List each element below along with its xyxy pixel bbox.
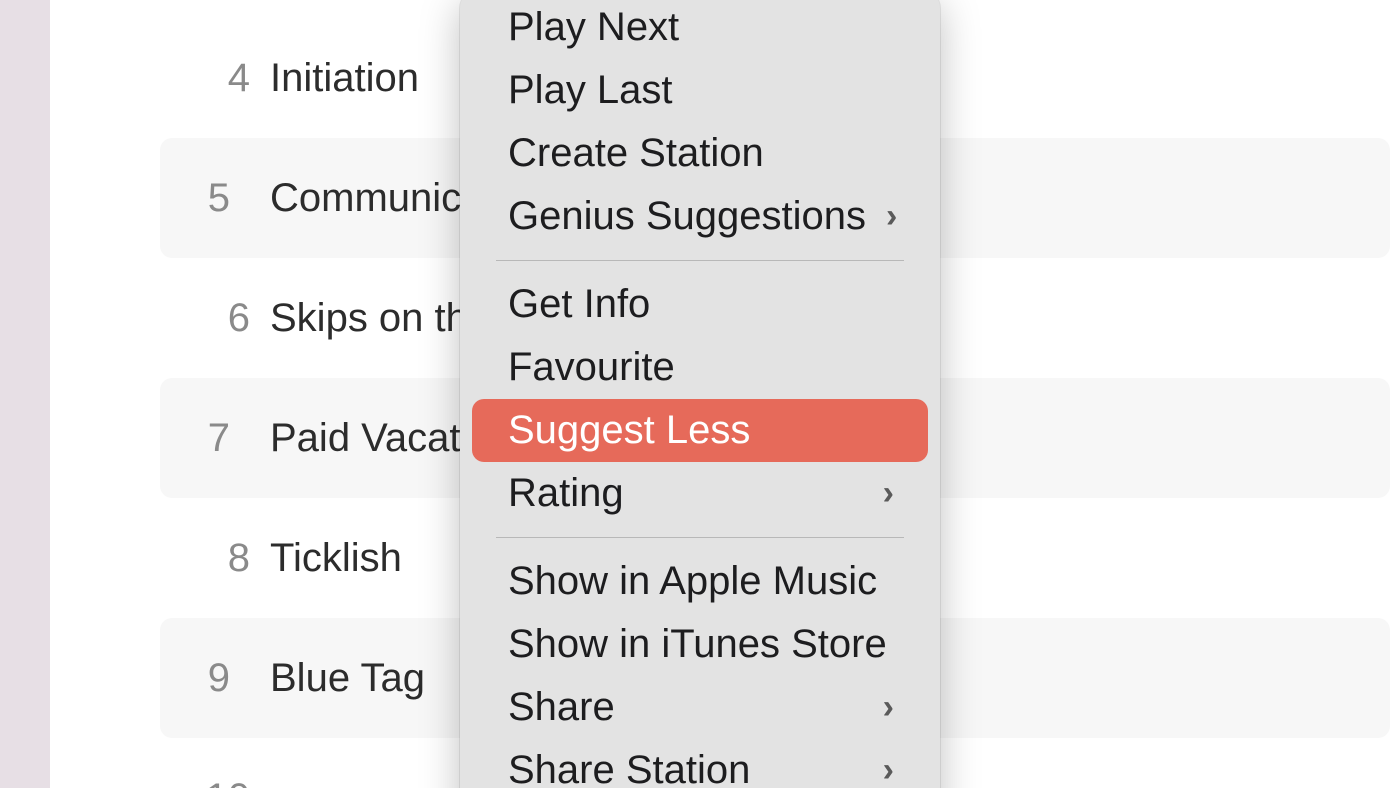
track-number: 8 (200, 536, 250, 581)
chevron-right-icon: › (886, 197, 897, 236)
menu-item-label: Favourite (508, 345, 675, 390)
menu-item-share[interactable]: Share › (472, 676, 928, 739)
menu-item-show-in-apple-music[interactable]: Show in Apple Music (472, 550, 928, 613)
menu-item-favourite[interactable]: Favourite (472, 336, 928, 399)
menu-item-label: Play Next (508, 5, 679, 50)
track-title: Ticklish (270, 536, 402, 581)
menu-item-play-last[interactable]: Play Last (472, 59, 928, 122)
menu-item-show-in-itunes-store[interactable]: Show in iTunes Store (472, 613, 928, 676)
chevron-right-icon: › (883, 751, 894, 788)
track-number: 6 (200, 296, 250, 341)
track-title: Skips on the (270, 296, 490, 341)
menu-item-get-info[interactable]: Get Info (472, 273, 928, 336)
menu-item-label: Show in iTunes Store (508, 622, 887, 667)
menu-item-label: Rating (508, 471, 624, 516)
menu-item-label: Show in Apple Music (508, 559, 877, 604)
chevron-right-icon: › (883, 474, 894, 513)
menu-item-label: Genius Suggestions (508, 194, 866, 239)
menu-item-label: Share (508, 685, 615, 730)
chevron-right-icon: › (883, 688, 894, 727)
menu-item-genius-suggestions[interactable]: Genius Suggestions › (472, 185, 928, 248)
menu-item-rating[interactable]: Rating › (472, 462, 928, 525)
menu-item-label: Get Info (508, 282, 650, 327)
track-number: 10 (200, 776, 250, 788)
menu-item-play-next[interactable]: Play Next (472, 0, 928, 59)
track-number: 9 (180, 656, 230, 701)
track-title: Paid Vacatio (270, 416, 492, 461)
menu-item-label: Create Station (508, 131, 764, 176)
menu-item-label: Share Station (508, 748, 750, 788)
track-number: 4 (200, 56, 250, 101)
menu-item-share-station[interactable]: Share Station › (472, 739, 928, 788)
menu-separator (496, 537, 904, 538)
track-number: 5 (180, 176, 230, 221)
track-title: Blue Tag (270, 656, 425, 701)
menu-item-label: Play Last (508, 68, 673, 113)
track-number: 7 (180, 416, 230, 461)
context-menu[interactable]: Play Next Play Last Create Station Genius S… (460, 0, 940, 788)
sidebar-strip (0, 0, 50, 788)
menu-separator (496, 260, 904, 261)
menu-item-create-station[interactable]: Create Station (472, 122, 928, 185)
menu-item-suggest-less[interactable]: Suggest Less (472, 399, 928, 462)
track-title: Initiation (270, 56, 419, 101)
menu-item-label: Suggest Less (508, 408, 750, 453)
